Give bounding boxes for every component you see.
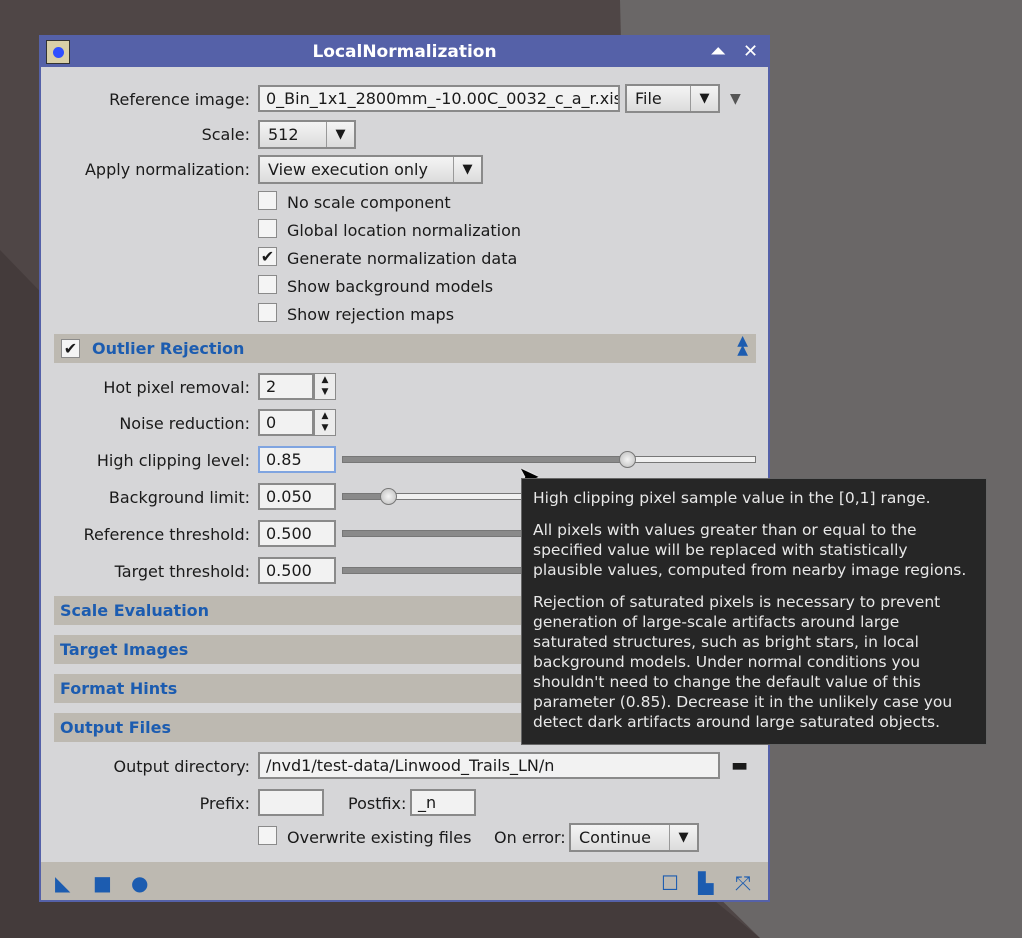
option-label: No scale component xyxy=(287,193,451,212)
tooltip-line: All pixels with values greater than or e… xyxy=(533,521,967,579)
slider-track[interactable] xyxy=(342,451,756,468)
reset-icon[interactable]: ▙ xyxy=(698,871,713,895)
option-checkbox[interactable] xyxy=(258,219,277,238)
postfix-input[interactable]: _n xyxy=(410,789,476,816)
local-normalization-window: LocalNormalization ⏶ ✕ Reference image: … xyxy=(39,35,770,902)
option-label: Global location normalization xyxy=(287,221,522,240)
tooltip: High clipping pixel sample value in the … xyxy=(521,478,987,745)
slider-value-input[interactable]: 0.85 xyxy=(258,446,336,473)
scale-label: Scale: xyxy=(201,125,250,144)
chevron-down-icon: ▼ xyxy=(690,86,718,111)
slider-label: Target threshold: xyxy=(114,562,250,581)
hot-pixel-input[interactable]: 2 xyxy=(258,373,314,400)
slider-value-input[interactable]: 0.500 xyxy=(258,557,336,584)
noise-reduction-input[interactable]: 0 xyxy=(258,409,314,436)
on-error-value: Continue xyxy=(579,828,651,847)
noise-reduction-spinner[interactable]: ▲ ▼ xyxy=(314,409,336,436)
option-label: Show background models xyxy=(287,277,494,296)
section-title: Output Files xyxy=(60,718,171,737)
prefix-input[interactable] xyxy=(258,789,324,816)
output-directory-label: Output directory: xyxy=(113,757,250,776)
apply-icon[interactable]: ● xyxy=(131,871,148,895)
reference-source-value: File xyxy=(635,89,662,108)
section-title: Outlier Rejection xyxy=(92,339,245,358)
slider-value-input[interactable]: 0.050 xyxy=(258,483,336,510)
overwrite-label: Overwrite existing files xyxy=(287,828,472,847)
slider-value-input[interactable]: 0.500 xyxy=(258,520,336,547)
section-title: Format Hints xyxy=(60,679,178,698)
title-bar[interactable]: LocalNormalization ⏶ ✕ xyxy=(41,37,768,67)
option-checkbox[interactable] xyxy=(258,191,277,210)
chevron-down-icon: ▼ xyxy=(669,825,697,850)
option-label: Generate normalization data xyxy=(287,249,518,268)
slider-fill xyxy=(343,531,549,536)
section-title: Target Images xyxy=(60,640,189,659)
reference-image-input[interactable]: 0_Bin_1x1_2800mm_-10.00C_0032_c_a_r.xisf xyxy=(258,85,620,112)
scale-combo[interactable]: 512 ▼ xyxy=(258,120,356,149)
slider-label: High clipping level: xyxy=(96,451,250,470)
folder-icon[interactable]: ▬ xyxy=(731,755,748,776)
section-title: Scale Evaluation xyxy=(60,601,210,620)
overwrite-checkbox[interactable] xyxy=(258,826,277,845)
outlier-rejection-checkbox[interactable]: ✔ xyxy=(61,339,80,358)
shade-icon[interactable]: ⏶ xyxy=(711,41,725,62)
slider-label: Background limit: xyxy=(108,488,250,507)
apply-normalization-combo[interactable]: View execution only ▼ xyxy=(258,155,483,184)
reference-source-combo[interactable]: File ▼ xyxy=(625,84,720,113)
postfix-label: Postfix: xyxy=(348,794,407,813)
tooltip-line: High clipping pixel sample value in the … xyxy=(533,489,931,507)
slider-thumb[interactable] xyxy=(380,488,398,505)
new-instance-icon[interactable]: ◣ xyxy=(55,871,70,895)
slider-label: Reference threshold: xyxy=(83,525,250,544)
slider-fill xyxy=(343,457,628,462)
on-error-combo[interactable]: Continue ▼ xyxy=(569,823,699,852)
footer-toolbar: ◣ ■ ● ☐ ▙ ⤧ xyxy=(41,862,768,900)
output-directory-input[interactable]: /nvd1/test-data/Linwood_Trails_LN/n xyxy=(258,752,720,779)
option-checkbox[interactable]: ✔ xyxy=(258,247,277,266)
section-outlier-rejection[interactable]: ✔ Outlier Rejection ▲ ▲ xyxy=(54,334,756,363)
option-checkbox[interactable] xyxy=(258,303,277,322)
noise-reduction-label: Noise reduction: xyxy=(119,414,250,433)
preferences-icon[interactable]: ⤧ xyxy=(735,871,751,895)
reference-image-label: Reference image: xyxy=(109,90,250,109)
browse-documentation-icon[interactable]: ☐ xyxy=(661,871,679,895)
hot-pixel-label: Hot pixel removal: xyxy=(103,378,250,397)
on-error-label: On error: xyxy=(494,828,566,847)
chevron-down-icon: ▼ xyxy=(326,122,354,147)
window-title: LocalNormalization xyxy=(312,42,497,62)
apply-global-icon[interactable]: ■ xyxy=(93,871,112,895)
dropdown-arrow-icon[interactable]: ▼ xyxy=(730,91,741,107)
option-checkbox[interactable] xyxy=(258,275,277,294)
prefix-label: Prefix: xyxy=(199,794,250,813)
scale-value: 512 xyxy=(268,125,299,144)
slider-fill xyxy=(343,568,549,573)
slider-thumb[interactable] xyxy=(619,451,637,468)
chevron-down-icon: ▼ xyxy=(453,157,481,182)
option-label: Show rejection maps xyxy=(287,305,455,324)
collapse-icon[interactable]: ▲ ▲ xyxy=(737,334,748,357)
tooltip-line: Rejection of saturated pixels is necessa… xyxy=(533,593,953,731)
close-icon[interactable]: ✕ xyxy=(743,41,758,62)
apply-normalization-label: Apply normalization: xyxy=(84,160,250,179)
apply-normalization-value: View execution only xyxy=(268,160,428,179)
hot-pixel-spinner[interactable]: ▲ ▼ xyxy=(314,373,336,400)
